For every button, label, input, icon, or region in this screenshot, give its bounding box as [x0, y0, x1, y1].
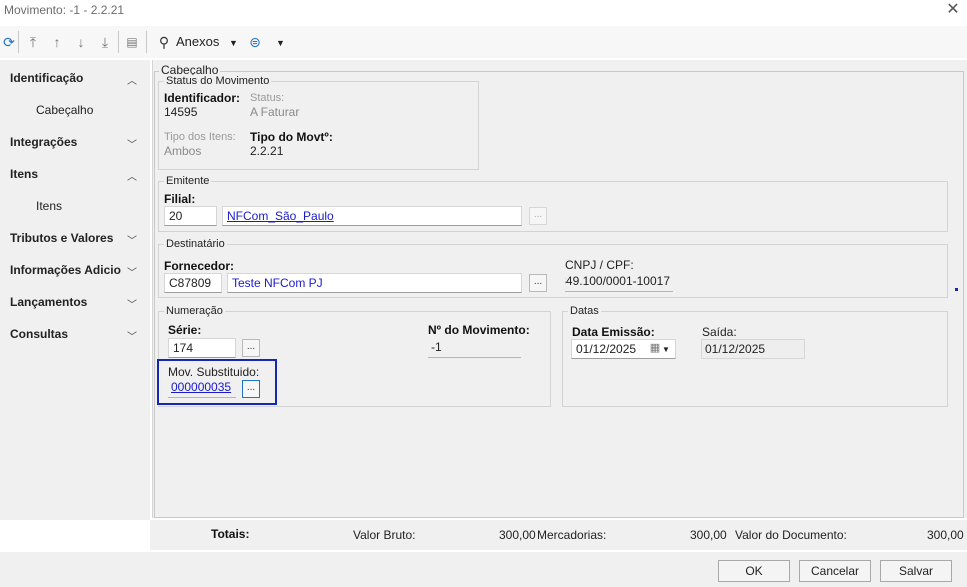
saida-value: 01/12/2025 [701, 339, 805, 359]
valor-documento-value: 300,00 [927, 528, 964, 542]
title-bar [0, 0, 967, 22]
serie-label: Série: [168, 323, 202, 337]
mov-substituido-lookup-button[interactable]: ... [242, 380, 260, 398]
valor-bruto-value: 300,00 [499, 528, 536, 542]
saida-label: Saída: [702, 325, 737, 339]
cnpj-value: 400349.100/0001-10017 [565, 272, 673, 292]
calendar-icon[interactable]: ▦ [648, 341, 662, 355]
sidebar-item-consultas[interactable]: Consultas [10, 327, 68, 341]
mercadorias-value: 300,00 [690, 528, 727, 542]
sidebar-subitem-cabecalho[interactable]: Cabeçalho [36, 103, 93, 117]
tipo-movto-value: 2.2.21 [250, 144, 284, 158]
tipo-itens-label: Tipo dos Itens: [164, 131, 236, 143]
sidebar-item-integracoes[interactable]: Integrações [10, 135, 77, 149]
close-icon[interactable]: ✕ [943, 1, 963, 19]
chevron-down-icon[interactable]: ﹀ [124, 264, 140, 279]
datas-title: Datas [568, 305, 601, 317]
fornecedor-lookup-button[interactable]: ... [529, 274, 547, 292]
ok-button[interactable]: OK [718, 560, 790, 582]
paperclip-icon[interactable]: ⚲ [155, 32, 173, 52]
totais-label: Totais: [211, 527, 250, 541]
mercadorias-label: Mercadorias: [537, 528, 607, 542]
data-emissao-label: Data Emissão: [572, 325, 655, 339]
status-value: A Faturar [250, 105, 300, 119]
sidebar-item-informacoes[interactable]: Informações Adicio [10, 263, 121, 277]
date-dropdown-icon[interactable]: ▼ [662, 345, 670, 354]
sidebar-item-itens[interactable]: Itens [10, 167, 38, 181]
cnpj-label: CNPJ / CPF: [565, 258, 634, 272]
fornecedor-label: Fornecedor: [164, 259, 235, 273]
move-first-icon[interactable]: ⤒ [24, 32, 42, 52]
chevron-up-icon[interactable]: ︿ [124, 168, 140, 183]
filial-lookup-button[interactable]: ... [529, 207, 547, 225]
toolbar-separator [118, 31, 119, 53]
filial-name-link[interactable]: NFCom_São_Paulo [222, 206, 522, 226]
globe-icon[interactable]: ⊜ [246, 32, 264, 52]
save-button[interactable]: Salvar [880, 560, 952, 582]
scroll-indicator [955, 288, 958, 291]
identificador-label: Identificador: [164, 91, 241, 105]
valor-documento-label: Valor do Documento: [735, 528, 847, 542]
chevron-down-icon[interactable]: ﹀ [124, 136, 140, 151]
anexos-button[interactable]: Anexos [176, 32, 219, 52]
filial-code-input[interactable]: 20 [164, 206, 217, 226]
refresh-icon[interactable]: ⟳ [0, 32, 18, 52]
filial-label: Filial: [164, 192, 196, 206]
move-last-icon[interactable]: ⤓ [96, 32, 114, 52]
serie-input[interactable]: 174 [168, 338, 236, 358]
serie-lookup-button[interactable]: ... [242, 339, 260, 357]
globe-dropdown-icon[interactable]: ▼ [276, 38, 285, 48]
numeracao-title: Numeração [164, 305, 225, 317]
valor-bruto-label: Valor Bruto: [353, 528, 416, 542]
report-icon[interactable]: ▤ [123, 32, 141, 52]
toolbar-separator [18, 31, 19, 53]
tipo-itens-value: Ambos [164, 144, 202, 158]
sidebar-subitem-itens[interactable]: Itens [36, 199, 62, 213]
move-down-icon[interactable]: ↓ [72, 32, 90, 52]
chevron-down-icon[interactable]: ﹀ [124, 296, 140, 311]
identificador-value: 14595 [164, 105, 198, 119]
numero-movimento-label: Nº do Movimento: [428, 323, 530, 337]
sidebar [0, 60, 150, 520]
window-title: Movimento: -1 - 2.2.21 [4, 3, 125, 17]
numero-movimento-value: -1 [428, 338, 521, 358]
sidebar-item-identificacao[interactable]: Identificação [10, 71, 83, 85]
cancel-button[interactable]: Cancelar [799, 560, 871, 582]
chevron-down-icon[interactable]: ﹀ [124, 232, 140, 247]
fornecedor-name-input[interactable]: Teste NFCom PJ [227, 273, 522, 293]
emitente-title: Emitente [164, 175, 212, 187]
fornecedor-code-input[interactable]: C87809 [164, 273, 222, 293]
sidebar-item-tributos[interactable]: Tributos e Valores [10, 231, 113, 245]
status-label: Status: [250, 92, 285, 104]
status-group-title: Status do Movimento [164, 75, 272, 87]
chevron-up-icon[interactable]: ︿ [124, 72, 140, 87]
chevron-down-icon[interactable]: ﹀ [124, 328, 140, 343]
mov-substituido-link[interactable]: 000000035 [168, 378, 236, 398]
toolbar-separator [146, 31, 147, 53]
sidebar-item-lancamentos[interactable]: Lançamentos [10, 295, 87, 309]
move-up-icon[interactable]: ↑ [48, 32, 66, 52]
anexos-dropdown-icon[interactable]: ▼ [229, 38, 238, 48]
mov-substituido-label: Mov. Substituido: [168, 365, 260, 379]
destinatario-title: Destinatário [164, 238, 227, 250]
tipo-movto-label: Tipo do Movtº: [250, 130, 333, 144]
